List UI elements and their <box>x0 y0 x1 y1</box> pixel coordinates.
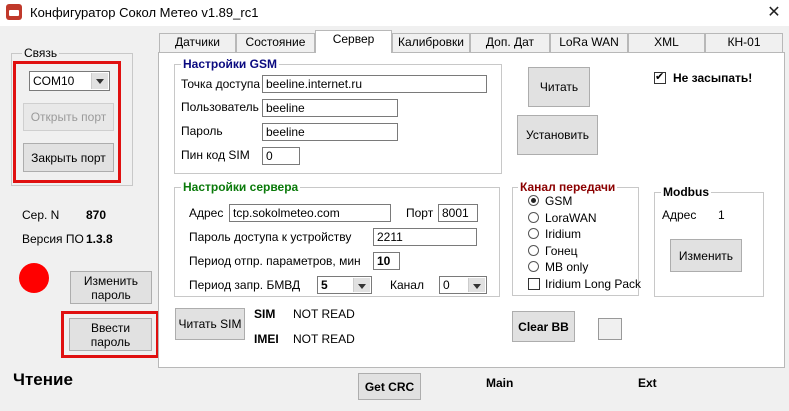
radio-gsm-label: GSM <box>545 194 573 208</box>
get-crc-button[interactable]: Get CRC <box>358 373 421 400</box>
tab-sensors[interactable]: Датчики <box>159 33 236 52</box>
device-password-label: Пароль доступа к устройству <box>189 230 352 244</box>
tab-state[interactable]: Состояние <box>236 33 315 52</box>
user-label: Пользователь <box>181 100 259 114</box>
radio-iridium[interactable] <box>528 228 539 239</box>
apn-label: Точка доступа <box>181 77 261 91</box>
address-field[interactable]: tcp.sokolmeteo.com <box>229 204 391 222</box>
gsm-settings-title: Настройки GSM <box>181 57 279 71</box>
modbus-address-label: Адрес <box>662 208 697 222</box>
tab-kn01[interactable]: КН-01 <box>705 33 783 52</box>
tab-calibration[interactable]: Калибровки <box>392 33 470 52</box>
radio-lorawan[interactable] <box>528 212 539 223</box>
no-sleep-checkbox[interactable] <box>654 70 666 84</box>
status-indicator <box>19 263 49 293</box>
channel-label: Канал <box>390 278 424 292</box>
transmission-channel-title: Канал передачи <box>518 180 618 194</box>
close-icon[interactable]: ✕ <box>760 1 788 25</box>
poll-period-value: 5 <box>321 278 328 292</box>
no-sleep-label: Не засыпать! <box>673 71 753 85</box>
imei-value: NOT READ <box>293 332 355 346</box>
send-period-field[interactable]: 10 <box>373 252 400 270</box>
chevron-down-icon[interactable] <box>353 278 370 292</box>
iridium-long-pack-label: Iridium Long Pack <box>545 277 642 291</box>
close-port-button[interactable]: Закрыть порт <box>23 143 114 172</box>
ext-label: Ext <box>638 376 657 390</box>
clear-bb-button[interactable]: Clear BB <box>512 311 575 342</box>
tab-xml[interactable]: XML <box>628 33 705 52</box>
version-label: Версия ПО <box>22 232 84 246</box>
version-value: 1.3.8 <box>86 232 113 246</box>
radio-mb-only-label: MB only <box>545 260 589 274</box>
radio-lorawan-label: LoraWAN <box>545 211 597 225</box>
radio-mb-only[interactable] <box>528 261 539 272</box>
modbus-change-button[interactable]: Изменить <box>670 239 742 272</box>
enter-password-button[interactable]: Ввести пароль <box>69 318 152 351</box>
poll-period-label: Период запр. БМВД <box>189 278 301 292</box>
port-select[interactable]: COM10 <box>29 71 110 91</box>
serial-label: Сер. N <box>22 208 60 222</box>
chevron-down-icon[interactable] <box>91 73 108 89</box>
radio-gonets[interactable] <box>528 245 539 256</box>
connection-group-title: Связь <box>22 46 60 60</box>
channel-value: 0 <box>443 278 450 292</box>
sim-label: SIM <box>254 307 276 321</box>
device-password-field[interactable]: 2211 <box>373 228 477 246</box>
address-label: Адрес <box>189 206 224 220</box>
window-title: Конфигуратор Сокол Метео v1.89_rc1 <box>30 5 259 20</box>
password-field[interactable]: beeline <box>262 123 398 141</box>
tab-lora-wan[interactable]: LoRa WAN <box>550 33 628 52</box>
set-button[interactable]: Установить <box>517 115 598 155</box>
pin-field[interactable]: 0 <box>262 147 300 165</box>
send-period-label: Период отпр. параметров, мин <box>189 254 361 268</box>
imei-label: IMEI <box>254 332 279 346</box>
indicator-box <box>598 318 622 340</box>
iridium-long-pack-checkbox[interactable] <box>528 278 540 290</box>
chevron-down-icon[interactable] <box>468 278 485 292</box>
read-sim-button[interactable]: Читать SIM <box>175 308 245 340</box>
server-port-field[interactable]: 8001 <box>438 204 478 222</box>
apn-field[interactable]: beeline.internet.ru <box>262 75 487 93</box>
pin-label: Пин код SIM <box>181 148 250 162</box>
serial-value: 870 <box>86 208 107 222</box>
open-port-button[interactable]: Открыть порт <box>23 103 114 131</box>
reading-status: Чтение <box>13 370 73 389</box>
tab-extra-sensors[interactable]: Доп. Дат <box>470 33 550 52</box>
channel-select[interactable]: 0 <box>439 276 487 294</box>
port-label: Порт <box>406 206 434 220</box>
password-label: Пароль <box>181 124 223 138</box>
read-button[interactable]: Читать <box>528 67 590 107</box>
user-field[interactable]: beeline <box>262 99 398 117</box>
radio-gsm[interactable] <box>528 195 539 206</box>
main-label: Main <box>486 376 514 390</box>
modbus-address-value: 1 <box>718 208 725 222</box>
radio-gonets-label: Гонец <box>545 244 578 258</box>
modbus-title: Modbus <box>661 185 711 199</box>
poll-period-select[interactable]: 5 <box>317 276 372 294</box>
app-icon <box>6 4 22 20</box>
radio-iridium-label: Iridium <box>545 227 582 241</box>
sim-value: NOT READ <box>293 307 355 321</box>
port-select-value: COM10 <box>33 74 75 88</box>
change-password-button[interactable]: Изменить пароль <box>70 271 152 304</box>
server-settings-title: Настройки сервера <box>181 180 301 194</box>
tab-server[interactable]: Сервер <box>315 30 392 53</box>
